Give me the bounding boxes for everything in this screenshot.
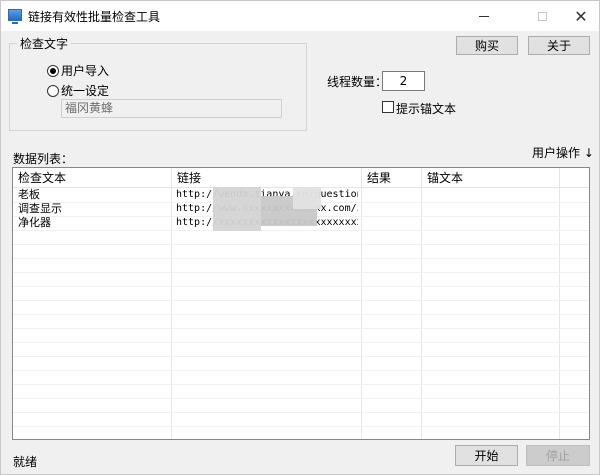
row-divider [13,314,589,315]
app-window: 链接有效性批量检查工具 ✕ 检查文字 用户导入 统一设定 福冈黄蜂 购买 关于 … [0,0,600,475]
check-text-legend: 检查文字 [17,35,72,52]
row-divider [13,244,589,245]
data-list-label: 数据列表： [13,152,74,166]
radio-checked-icon [47,64,59,77]
window-title: 链接有效性批量检查工具 [28,10,161,24]
show-anchor-label: 提示锚文本 [396,102,457,116]
buy-button[interactable]: 购买 [456,36,518,55]
maximize-icon [537,11,547,21]
thread-count-input[interactable]: 2 [382,71,425,91]
row-divider [13,398,589,399]
row-divider [13,272,589,273]
thread-count-label: 线程数量： [327,75,388,89]
row-divider [13,230,589,231]
radio-user-import[interactable]: 用户导入 [47,62,109,79]
about-button[interactable]: 关于 [528,36,590,55]
radio-unified[interactable]: 统一设定 [47,82,109,99]
column-header-result[interactable]: 结果 [362,168,391,188]
row-divider [13,426,589,427]
row-divider [13,370,589,371]
row-divider [13,356,589,357]
close-icon: ✕ [574,6,588,26]
redaction-block [213,187,261,231]
minimize-icon [479,15,489,17]
cell-check-text: 净化器 [18,216,51,229]
row-divider [13,384,589,385]
title-bar: 链接有效性批量检查工具 ✕ [1,1,599,31]
status-text: 就绪 [13,455,38,469]
start-button[interactable]: 开始 [455,445,518,466]
row-divider [13,328,589,329]
column-header-link[interactable]: 链接 [172,168,201,188]
row-divider [13,286,589,287]
redaction-block [293,187,321,209]
cell-check-text: 老板 [18,188,40,201]
unified-text-field: 福冈黄蜂 [61,99,282,118]
minimize-button[interactable] [461,1,507,31]
row-divider [13,342,589,343]
radio-unified-label: 统一设定 [61,84,110,98]
table-header: 检查文本 链接 结果 锚文本 [13,168,589,188]
user-ops-menu[interactable]: 用户操作 ↓ [532,144,594,161]
close-button[interactable]: ✕ [558,1,600,31]
cell-check-text: 调查显示 [18,202,62,215]
row-divider [13,412,589,413]
data-table[interactable]: 检查文本 链接 结果 锚文本 老板 http://wenda.tianya.cn… [12,167,590,440]
column-header-check-text[interactable]: 检查文本 [13,168,66,188]
show-anchor-checkbox[interactable] [382,101,394,113]
radio-user-import-label: 用户导入 [61,64,110,78]
stop-button: 停止 [526,445,590,466]
app-icon [8,9,22,24]
radio-unchecked-icon [47,84,59,97]
row-divider [13,300,589,301]
column-header-anchor[interactable]: 锚文本 [422,168,463,188]
row-divider [13,258,589,259]
